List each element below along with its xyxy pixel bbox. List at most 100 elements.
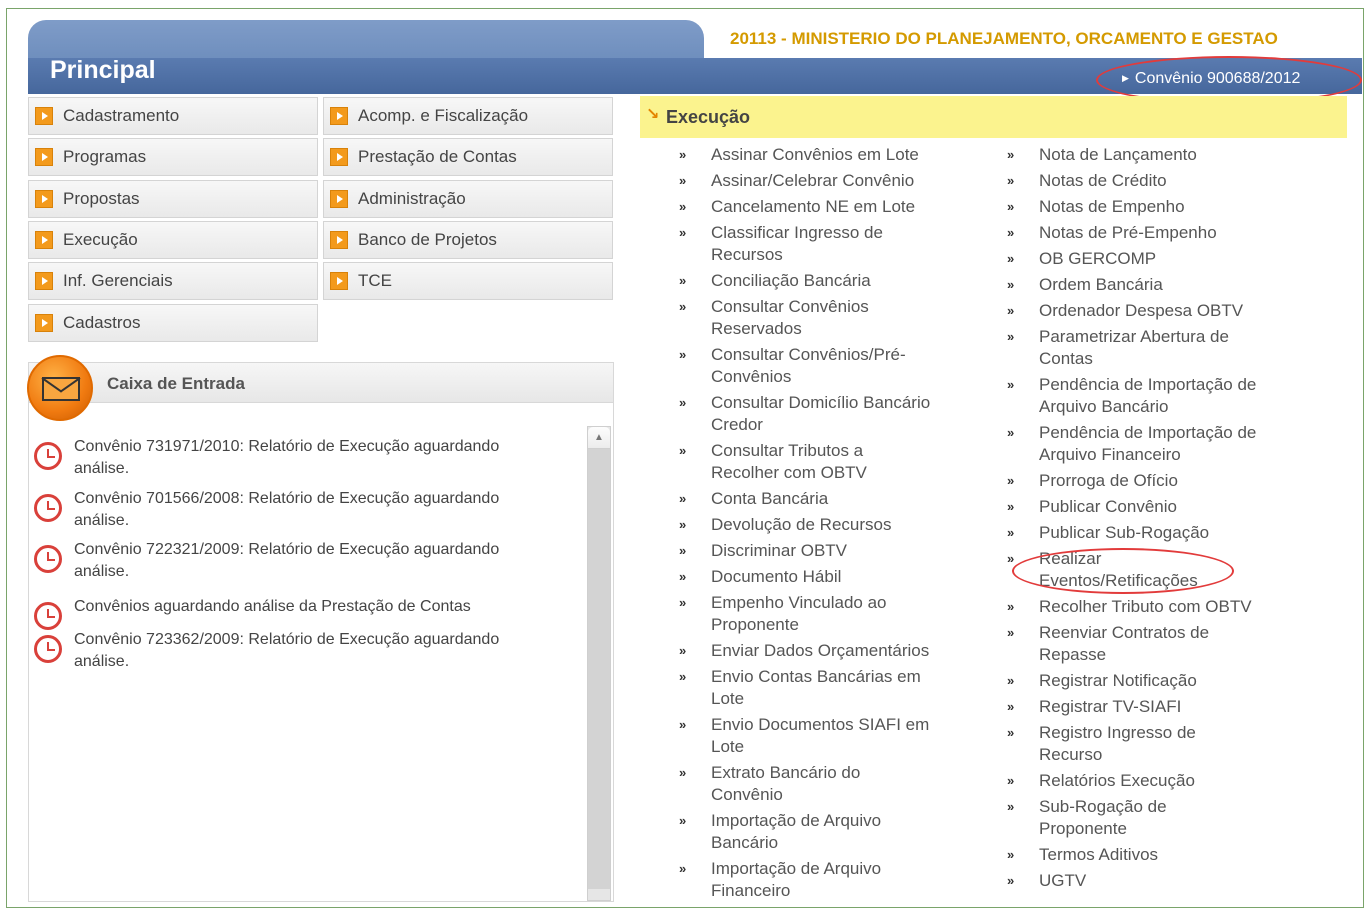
execution-link[interactable]: » Registrar TV-SIAFI — [1007, 696, 1277, 718]
inbox-item[interactable]: Convênio 701566/2008: Relatório de Execu… — [34, 488, 579, 532]
execution-link[interactable]: » OB GERCOMP — [1007, 248, 1277, 270]
execution-link[interactable]: » Pendência de Importação de Arquivo Finan… — [1007, 422, 1277, 466]
execution-link[interactable]: » Devolução de Recursos — [679, 514, 949, 536]
double-chevron-icon: » — [1007, 173, 1015, 188]
execution-link[interactable]: » Realizar Eventos/Retificações — [1007, 548, 1277, 592]
execution-link-label: Notas de Empenho — [1039, 196, 1185, 218]
inbox-item[interactable]: Convênio 722321/2009: Relatório de Execu… — [34, 539, 579, 583]
execution-title: Execução — [666, 107, 751, 127]
execution-link[interactable]: » Prorroga de Ofício — [1007, 470, 1277, 492]
execution-link[interactable]: » Registro Ingresso de Recurso — [1007, 722, 1277, 766]
execution-link-line: Classificar Ingresso de — [711, 223, 883, 242]
execution-link-line: Devolução de Recursos — [711, 515, 892, 534]
execution-link[interactable]: » Pendência de Importação de Arquivo Bancá… — [1007, 374, 1277, 418]
execution-link[interactable]: » Termos Aditivos — [1007, 844, 1277, 866]
execution-link[interactable]: » Consultar Tributos a Recolher com OBTV — [679, 440, 949, 484]
menu-button[interactable]: Execução — [28, 220, 318, 259]
execution-link-label: Termos Aditivos — [1039, 844, 1158, 866]
execution-link[interactable]: » Notas de Empenho — [1007, 196, 1277, 218]
menu-button[interactable]: Cadastros — [28, 303, 318, 342]
execution-link[interactable]: » Consultar Convênios/Pré- Convênios — [679, 344, 949, 388]
execution-link-label: Devolução de Recursos — [711, 514, 891, 536]
inbox-item-line: análise. — [74, 563, 130, 580]
execution-link[interactable]: » Relatórios Execução — [1007, 770, 1277, 792]
execution-link[interactable]: » Conciliação Bancária — [679, 270, 949, 292]
execution-link[interactable]: » Nota de Lançamento — [1007, 144, 1277, 166]
clock-icon — [34, 635, 62, 663]
execution-link-line: Discriminar OBTV — [711, 541, 848, 560]
triangle-right-icon: ▶ — [1122, 73, 1129, 84]
execution-link[interactable]: » Consultar Domicílio Bancário Credor — [679, 392, 949, 436]
execution-link[interactable]: » Envio Documentos SIAFI em Lote — [679, 714, 949, 758]
menu-button-label: Inf. Gerenciais — [63, 271, 173, 291]
menu-button[interactable]: Acomp. e Fiscalização — [323, 97, 613, 135]
inbox-item[interactable]: Convênio 731971/2010: Relatório de Execu… — [34, 436, 579, 480]
execution-link[interactable]: » Assinar Convênios em Lote — [679, 144, 949, 166]
inbox-item-text: Convênio 723362/2009: Relatório de Execu… — [74, 629, 499, 673]
execution-link[interactable]: » Conta Bancária — [679, 488, 949, 510]
execution-link[interactable]: » Importação de Arquivo Financeiro — [679, 858, 949, 902]
execution-link-label: Consultar Tributos a Recolher com OBTV — [711, 440, 867, 484]
execution-link[interactable]: » Importação de Arquivo Bancário — [679, 810, 949, 854]
execution-link-line: Financeiro — [711, 881, 791, 900]
clock-icon — [34, 494, 62, 522]
execution-link[interactable]: » Envio Contas Bancárias em Lote — [679, 666, 949, 710]
menu-button[interactable]: Inf. Gerenciais — [28, 262, 318, 301]
execution-link[interactable]: » Publicar Sub-Rogação — [1007, 522, 1277, 544]
execution-link[interactable]: » Consultar Convênios Reservados — [679, 296, 949, 340]
menu-button-label: Acomp. e Fiscalização — [358, 106, 529, 125]
execution-link[interactable]: » Enviar Dados Orçamentários — [679, 640, 949, 662]
menu-button[interactable]: Cadastramento — [28, 97, 318, 135]
execution-link[interactable]: » Extrato Bancário do Convênio — [679, 762, 949, 806]
execution-link[interactable]: » Parametrizar Abertura de Contas — [1007, 326, 1277, 370]
menu-button[interactable]: Programas — [28, 138, 318, 177]
menu-button[interactable]: Administração — [323, 179, 613, 218]
execution-link[interactable]: » Assinar/Celebrar Convênio — [679, 170, 949, 192]
execution-link-label: Classificar Ingresso de Recursos — [711, 222, 883, 266]
menu-button[interactable]: Propostas — [28, 179, 318, 218]
convenio-link[interactable]: ▶ Convênio 900688/2012 — [1122, 70, 1300, 88]
execution-link-line: Relatórios Execução — [1039, 771, 1195, 790]
execution-link[interactable]: » Ordenador Despesa OBTV — [1007, 300, 1277, 322]
scroll-thumb[interactable] — [588, 449, 610, 889]
execution-link[interactable]: » Sub-Rogação de Proponente — [1007, 796, 1277, 840]
execution-link-line: Assinar/Celebrar Convênio — [711, 171, 915, 190]
inbox-item[interactable]: Convênios aguardando análise da Prestaçã… — [34, 596, 579, 630]
execution-link[interactable]: » Notas de Pré-Empenho — [1007, 222, 1277, 244]
execution-link[interactable]: » Publicar Convênio — [1007, 496, 1277, 518]
execution-link-line: Notas de Crédito — [1039, 171, 1167, 190]
scroll-up-arrow-icon[interactable]: ▲ — [588, 427, 610, 449]
double-chevron-icon: » — [1007, 525, 1015, 540]
execution-link-label: Sub-Rogação de Proponente — [1039, 796, 1167, 840]
execution-link-label: Nota de Lançamento — [1039, 144, 1197, 166]
execution-link[interactable]: » Notas de Crédito — [1007, 170, 1277, 192]
execution-link[interactable]: » Registrar Notificação — [1007, 670, 1277, 692]
execution-link[interactable]: » Recolher Tributo com OBTV — [1007, 596, 1277, 618]
double-chevron-icon: » — [679, 173, 687, 188]
execution-link[interactable]: » Cancelamento NE em Lote — [679, 196, 949, 218]
menu-button[interactable]: Banco de Projetos — [323, 220, 613, 259]
inbox-scrollbar[interactable]: ▲ — [587, 426, 611, 901]
execution-link-line: Publicar Sub-Rogação — [1039, 523, 1210, 542]
menu-button-label: TCE — [358, 271, 392, 291]
execution-link-line: Reenviar Contratos de — [1039, 623, 1210, 642]
convenio-link-label: Convênio 900688/2012 — [1134, 70, 1301, 87]
execution-link-label: UGTV — [1039, 870, 1086, 892]
execution-link[interactable]: » Discriminar OBTV — [679, 540, 949, 562]
execution-link[interactable]: » Empenho Vinculado ao Proponente — [679, 592, 949, 636]
menu-button[interactable]: TCE — [323, 262, 613, 301]
execution-link[interactable]: » UGTV — [1007, 870, 1277, 892]
execution-link-line: Repasse — [1039, 645, 1107, 664]
execution-link[interactable]: » Reenviar Contratos de Repasse — [1007, 622, 1277, 666]
inbox-item[interactable]: Convênio 723362/2009: Relatório de Execu… — [34, 629, 579, 673]
execution-link-line: Bancário — [711, 833, 779, 852]
execution-link-line: Ordenador Despesa OBTV — [1039, 301, 1244, 320]
execution-link-line: Contas — [1039, 349, 1093, 368]
execution-link-label: Assinar/Celebrar Convênio — [711, 170, 914, 192]
execution-link[interactable]: » Ordem Bancária — [1007, 274, 1277, 296]
double-chevron-icon: » — [1007, 699, 1015, 714]
execution-link[interactable]: » Classificar Ingresso de Recursos — [679, 222, 949, 266]
menu-button[interactable]: Prestação de Contas — [323, 138, 613, 177]
menu-button-label: Programas — [63, 147, 147, 167]
execution-link[interactable]: » Documento Hábil — [679, 566, 949, 588]
